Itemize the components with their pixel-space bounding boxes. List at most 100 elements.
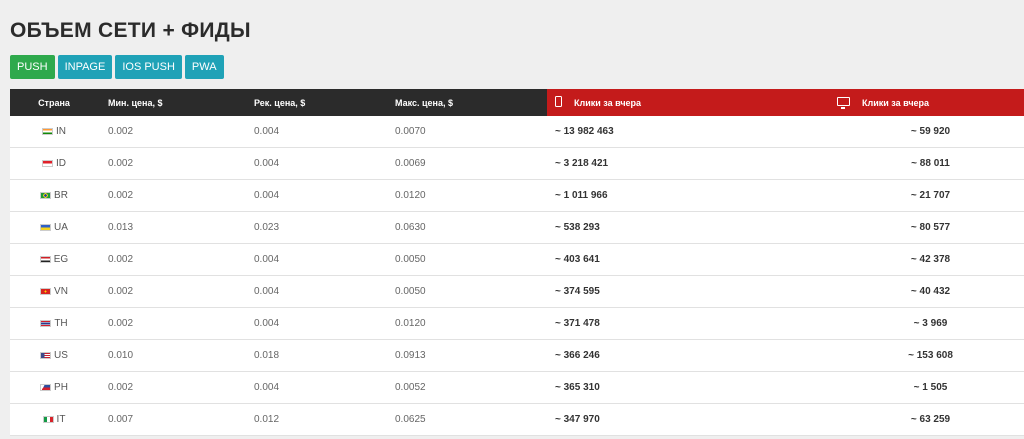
tab-ios-push[interactable]: IOS PUSH bbox=[115, 55, 182, 79]
table-row: PH 0.002 0.004 0.0052 ~ 365 310 ~ 1 505 bbox=[10, 372, 1024, 404]
header-desktop-clicks-label: Клики за вчера bbox=[862, 97, 930, 108]
min-price-cell: 0.002 bbox=[108, 382, 134, 393]
min-price-cell: 0.002 bbox=[108, 254, 134, 265]
country-cell: EG bbox=[10, 244, 98, 275]
desktop-clicks-cell: ~ 42 378 bbox=[910, 254, 951, 265]
rec-price-cell: 0.004 bbox=[254, 126, 280, 137]
country-flag-icon bbox=[40, 352, 52, 359]
country-flag-icon bbox=[42, 160, 53, 167]
table-row: IT 0.007 0.012 0.0625 ~ 347 970 ~ 63 259 bbox=[10, 404, 1024, 436]
max-price-cell: 0.0625 bbox=[395, 414, 426, 425]
network-volume-table: Страна Мин. цена, $ Рек. цена, $ Макс. ц… bbox=[10, 89, 1024, 436]
country-flag-icon bbox=[40, 384, 52, 391]
min-price-cell: 0.010 bbox=[108, 350, 134, 361]
min-price-cell: 0.002 bbox=[108, 126, 134, 137]
rec-price-cell: 0.004 bbox=[254, 286, 280, 297]
desktop-clicks-cell: ~ 1 505 bbox=[913, 382, 948, 393]
country-code: PH bbox=[54, 382, 68, 393]
mobile-clicks-cell: ~ 347 970 bbox=[555, 414, 600, 425]
desktop-clicks-cell: ~ 21 707 bbox=[910, 190, 951, 201]
country-cell: ID bbox=[10, 148, 98, 179]
max-price-cell: 0.0913 bbox=[395, 350, 426, 361]
tab-pwa[interactable]: PWA bbox=[184, 55, 224, 79]
table-row: EG 0.002 0.004 0.0050 ~ 403 641 ~ 42 378 bbox=[10, 244, 1024, 276]
table-row: UA 0.013 0.023 0.0630 ~ 538 293 ~ 80 577 bbox=[10, 212, 1024, 244]
country-cell: PH bbox=[10, 372, 98, 403]
min-price-cell: 0.013 bbox=[108, 222, 134, 233]
header-rec-price: Рек. цена, $ bbox=[246, 89, 387, 116]
max-price-cell: 0.0069 bbox=[395, 158, 426, 169]
rec-price-cell: 0.004 bbox=[254, 158, 280, 169]
mobile-clicks-cell: ~ 13 982 463 bbox=[555, 126, 614, 137]
country-cell: IT bbox=[10, 404, 98, 435]
header-mobile-clicks-label: Клики за вчера bbox=[574, 97, 642, 108]
max-price-cell: 0.0120 bbox=[395, 318, 426, 329]
country-flag-icon bbox=[42, 128, 53, 135]
country-code: TH bbox=[54, 318, 68, 329]
header-max-price: Макс. цена, $ bbox=[387, 89, 547, 116]
mobile-clicks-cell: ~ 403 641 bbox=[555, 254, 600, 265]
desktop-clicks-cell: ~ 59 920 bbox=[910, 126, 951, 137]
country-code: UA bbox=[54, 222, 68, 233]
table-row: BR 0.002 0.004 0.0120 ~ 1 011 966 ~ 21 707 bbox=[10, 180, 1024, 212]
min-price-cell: 0.002 bbox=[108, 158, 134, 169]
country-code: ID bbox=[56, 158, 66, 169]
desktop-clicks-cell: ~ 80 577 bbox=[910, 222, 951, 233]
desktop-clicks-cell: ~ 88 011 bbox=[911, 158, 950, 169]
country-flag-icon bbox=[42, 416, 54, 423]
max-price-cell: 0.0050 bbox=[395, 254, 426, 265]
rec-price-cell: 0.018 bbox=[254, 350, 280, 361]
mobile-phone-icon bbox=[555, 96, 562, 109]
max-price-cell: 0.0052 bbox=[395, 382, 426, 393]
header-desktop-clicks: Клики за вчера bbox=[837, 89, 1024, 116]
country-code: IT bbox=[56, 414, 66, 425]
country-cell: VN bbox=[10, 276, 98, 307]
min-price-cell: 0.002 bbox=[108, 190, 134, 201]
max-price-cell: 0.0050 bbox=[395, 286, 426, 297]
rec-price-cell: 0.012 bbox=[254, 414, 280, 425]
country-cell: UA bbox=[10, 212, 98, 243]
mobile-clicks-cell: ~ 1 011 966 bbox=[555, 190, 608, 201]
rec-price-cell: 0.004 bbox=[254, 190, 280, 201]
country-code: VN bbox=[54, 286, 68, 297]
rec-price-cell: 0.004 bbox=[254, 254, 280, 265]
max-price-cell: 0.0630 bbox=[395, 222, 426, 233]
page-title: ОБЪЕМ СЕТИ + ФИДЫ bbox=[10, 19, 251, 42]
table-row: TH 0.002 0.004 0.0120 ~ 371 478 ~ 3 969 bbox=[10, 308, 1024, 340]
header-mobile-clicks: Клики за вчера bbox=[547, 89, 837, 116]
mobile-clicks-cell: ~ 374 595 bbox=[555, 286, 600, 297]
mobile-clicks-cell: ~ 538 293 bbox=[555, 222, 600, 233]
table-row: IN 0.002 0.004 0.0070 ~ 13 982 463 ~ 59 920 bbox=[10, 116, 1024, 148]
country-flag-icon bbox=[39, 256, 51, 263]
table-row: US 0.010 0.018 0.0913 ~ 366 246 ~ 153 608 bbox=[10, 340, 1024, 372]
table-body: IN 0.002 0.004 0.0070 ~ 13 982 463 ~ 59 920 ID… bbox=[10, 116, 1024, 436]
header-country: Страна bbox=[10, 89, 98, 116]
rec-price-cell: 0.023 bbox=[254, 222, 280, 233]
country-cell: BR bbox=[10, 180, 98, 211]
desktop-clicks-cell: ~ 153 608 bbox=[908, 350, 953, 361]
desktop-monitor-icon bbox=[837, 97, 850, 109]
country-cell: US bbox=[10, 340, 98, 371]
traffic-type-tabs: PUSH INPAGE IOS PUSH PWA bbox=[10, 55, 224, 79]
country-flag-icon bbox=[40, 288, 52, 295]
desktop-clicks-cell: ~ 3 969 bbox=[913, 318, 948, 329]
tab-inpage[interactable]: INPAGE bbox=[57, 55, 113, 79]
country-flag-icon bbox=[40, 192, 52, 199]
country-flag-icon bbox=[40, 320, 52, 327]
mobile-clicks-cell: ~ 365 310 bbox=[555, 382, 600, 393]
country-code: IN bbox=[56, 126, 66, 137]
country-cell: IN bbox=[10, 116, 98, 147]
mobile-clicks-cell: ~ 3 218 421 bbox=[555, 158, 609, 169]
max-price-cell: 0.0120 bbox=[395, 190, 426, 201]
desktop-clicks-cell: ~ 40 432 bbox=[910, 286, 951, 297]
tab-push[interactable]: PUSH bbox=[10, 55, 55, 79]
country-flag-icon bbox=[40, 224, 52, 231]
country-code: US bbox=[54, 350, 68, 361]
country-code: BR bbox=[54, 190, 68, 201]
country-cell: TH bbox=[10, 308, 98, 339]
header-min-price: Мин. цена, $ bbox=[98, 89, 246, 116]
table-row: ID 0.002 0.004 0.0069 ~ 3 218 421 ~ 88 011 bbox=[10, 148, 1024, 180]
min-price-cell: 0.007 bbox=[108, 414, 134, 425]
min-price-cell: 0.002 bbox=[108, 318, 134, 329]
table-row: VN 0.002 0.004 0.0050 ~ 374 595 ~ 40 432 bbox=[10, 276, 1024, 308]
